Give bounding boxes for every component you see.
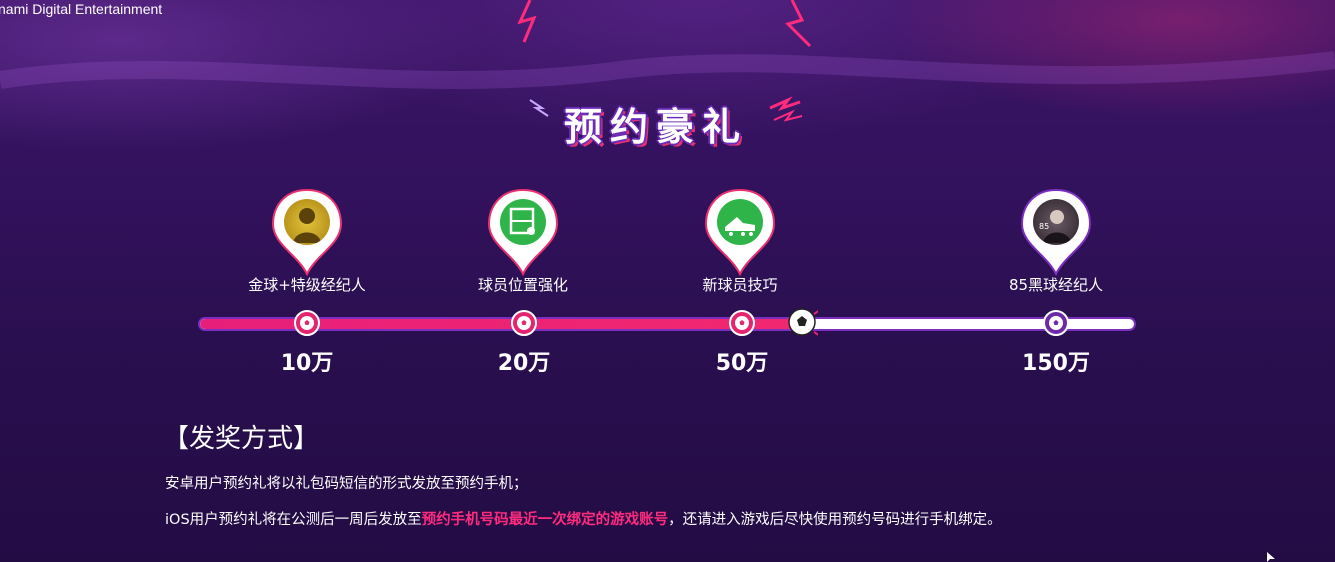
milestone-amount-4: 150万 [1022,351,1090,376]
progress-fill [200,319,798,329]
ios-note-post: ，还请进入游戏后尽快使用预约号码进行手机绑定。 [668,512,1002,528]
black-agent-icon: 85 [1033,199,1079,245]
android-note: 安卓用户预约礼将以礼包码短信的形式发放至预约手机； [165,476,528,492]
progress-ball-icon [786,308,818,336]
title-block: 预约豪礼 [528,92,808,152]
reward-label: 金球+特级经纪人 [248,276,366,294]
ios-note-pre: iOS用户预约礼将在公测后一周后发放至 [165,512,422,528]
milestone-amount-3: 50万 [715,351,769,376]
milestone-node-1 [294,310,320,336]
lightning-decoration [517,0,812,48]
svg-text:85: 85 [1039,222,1049,231]
milestone-amount-1: 10万 [280,351,334,376]
football-boot-icon [717,199,763,245]
spark-right-icon [769,96,803,122]
soccer-ball-icon [517,316,531,330]
spark-left-icon [529,99,549,117]
reward-item-3: 新球员技巧 [660,188,820,295]
milestone-node-3 [729,310,755,336]
soccer-ball-icon [735,316,749,330]
copyright-text: nami Digital Entertainment [0,1,163,17]
soccer-ball-icon [1049,316,1063,330]
progress-track [198,317,1136,331]
position-boost-icon [500,199,546,245]
ios-note-highlight: 预约手机号码最近一次绑定的游戏账号 [421,512,669,528]
gold-agent-icon [284,199,330,245]
distribution-title: 【发奖方式】 [163,424,320,454]
page-title: 预约豪礼 [564,105,749,149]
soccer-ball-icon [300,316,314,330]
reward-item-2: 球员位置强化 [443,188,603,295]
ios-note: iOS用户预约礼将在公测后一周后发放至预约手机号码最近一次绑定的游戏账号，还请进… [165,508,1002,529]
reward-label: 球员位置强化 [477,276,568,294]
reward-pin [271,188,343,276]
reward-label: 新球员技巧 [702,276,778,294]
reward-pin [704,188,776,276]
reward-label: 85黑球经纪人 [1008,276,1104,294]
reward-item-4: 85 85黑球经纪人 [976,188,1136,295]
milestone-amount-2: 20万 [497,351,551,376]
reward-pin: 85 [1020,188,1092,276]
reward-pin [487,188,559,276]
reward-item-1: 金球+特级经纪人 [227,188,387,295]
mouse-cursor-icon [1267,552,1275,562]
milestone-node-2 [511,310,537,336]
milestone-node-4 [1043,310,1069,336]
